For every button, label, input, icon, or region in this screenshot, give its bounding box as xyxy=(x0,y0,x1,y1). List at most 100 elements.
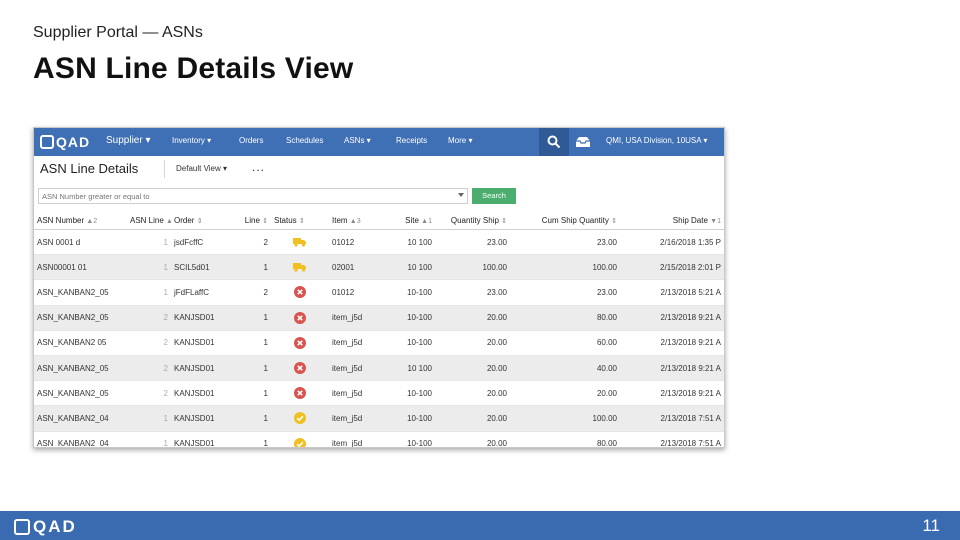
view-toolbar: ASN Line Details Default View ▾ ... xyxy=(34,156,724,182)
nav-search-button[interactable] xyxy=(539,128,569,156)
table-header-row: ASN Number ▲2 ASN Line ▲4 Order ⇕ Line ⇕… xyxy=(34,211,724,230)
col-cum-ship-quantity[interactable]: Cum Ship Quantity ⇕ xyxy=(510,211,620,230)
col-asn-number[interactable]: ASN Number ▲2 xyxy=(34,211,127,230)
nav-more[interactable]: More ▾ xyxy=(448,136,472,145)
truck-icon xyxy=(293,262,307,272)
cell-order: jFdFLaffC xyxy=(171,279,229,306)
table-row[interactable]: ASN_KANBAN2_05 2 KANJSD01 1 item_j5d 10-100 20… xyxy=(34,305,724,331)
cell-status xyxy=(271,431,329,447)
cell-cum-ship-quantity: 23.00 xyxy=(510,229,620,256)
filter-input[interactable] xyxy=(38,188,468,204)
entity-selector[interactable]: QMI, USA Division, 10USA ▾ xyxy=(606,136,707,145)
nav-inventory[interactable]: Inventory ▾ xyxy=(172,136,211,145)
cell-line: 1 xyxy=(229,405,271,432)
cell-status xyxy=(271,380,329,407)
col-line[interactable]: Line ⇕ xyxy=(229,211,271,230)
view-selector[interactable]: Default View ▾ xyxy=(176,164,227,173)
col-site[interactable]: Site ▲1 xyxy=(389,211,435,230)
col-order[interactable]: Order ⇕ xyxy=(171,211,229,230)
app-logo[interactable]: QAD xyxy=(40,133,90,151)
nav-orders[interactable]: Orders xyxy=(239,136,263,145)
chevron-down-icon[interactable] xyxy=(458,193,464,197)
asn-line-table: ASN Number ▲2 ASN Line ▲4 Order ⇕ Line ⇕… xyxy=(34,211,724,447)
sort-icon: ⇕ xyxy=(196,217,203,225)
cell-ship-date: 2/16/2018 1:35 P xyxy=(620,229,724,256)
nav-receipts[interactable]: Receipts xyxy=(396,136,427,145)
page-number: 11 xyxy=(922,516,940,535)
cell-order: jsdFcffC xyxy=(171,229,229,256)
cell-asn-number: ASN_KANBAN2_04 xyxy=(34,405,127,432)
cell-asn-line: 1 xyxy=(127,254,171,281)
col-status[interactable]: Status ⇕ xyxy=(271,211,329,230)
cell-line: 1 xyxy=(229,431,271,447)
table-row[interactable]: ASN_KANBAN2_05 1 jFdFLaffC 2 01012 10-100 23.0… xyxy=(34,279,724,306)
cell-ship-date: 2/13/2018 9:21 A xyxy=(620,355,724,382)
table-row[interactable]: ASN_KANBAN2_05 2 KANJSD01 1 item_j5d 10 100 20… xyxy=(34,355,724,382)
slide-footer: QAD 11 xyxy=(0,511,960,540)
more-actions-button[interactable]: ... xyxy=(252,160,265,174)
sort-asc-icon: ▲3 xyxy=(349,217,361,225)
cell-cum-ship-quantity: 100.00 xyxy=(510,405,620,432)
cell-line: 2 xyxy=(229,229,271,256)
cell-status xyxy=(271,305,329,331)
sort-desc-icon: ▼1 xyxy=(710,217,721,225)
nav-schedules[interactable]: Schedules xyxy=(286,136,323,145)
cell-ship-date: 2/13/2018 7:51 A xyxy=(620,431,724,447)
sort-asc-icon: ▲4 xyxy=(166,218,171,225)
cell-item: item_j5d xyxy=(329,431,389,447)
cell-ship-date: 2/13/2018 5:21 A xyxy=(620,279,724,306)
cell-order: KANJSD01 xyxy=(171,330,229,356)
cell-order: KANJSD01 xyxy=(171,355,229,382)
search-button[interactable]: Search xyxy=(472,188,516,204)
cell-quantity-ship: 20.00 xyxy=(435,405,510,432)
cell-site: 10 100 xyxy=(389,254,435,281)
cell-asn-number: ASN_KANBAN2_05 xyxy=(34,380,127,407)
nav-asns[interactable]: ASNs ▾ xyxy=(344,136,371,145)
cell-item: item_j5d xyxy=(329,305,389,331)
cell-status xyxy=(271,229,329,256)
sort-asc-icon: ▲1 xyxy=(421,217,432,225)
table-row[interactable]: ASN00001 01 1 SCIL5d01 1 02001 10 100 100.00 10… xyxy=(34,254,724,281)
col-quantity-ship[interactable]: Quantity Ship ⇕ xyxy=(435,211,510,230)
col-asn-line[interactable]: ASN Line ▲4 xyxy=(127,211,171,230)
cell-line: 1 xyxy=(229,254,271,281)
cell-item: 01012 xyxy=(329,229,389,256)
cell-order: KANJSD01 xyxy=(171,431,229,447)
cell-status xyxy=(271,330,329,356)
cell-asn-number: ASN_KANBAN2 05 xyxy=(34,330,127,356)
cell-cum-ship-quantity: 23.00 xyxy=(510,279,620,306)
cell-line: 1 xyxy=(229,380,271,407)
inbox-icon[interactable] xyxy=(575,136,591,148)
table-row[interactable]: ASN_KANBAN2 05 2 KANJSD01 1 item_j5d 10-100 20… xyxy=(34,330,724,356)
top-navbar: QAD Supplier ▾ Inventory ▾ Orders Schedu… xyxy=(34,128,724,156)
sort-asc-icon: ▲2 xyxy=(86,217,98,225)
col-item[interactable]: Item ▲3 xyxy=(329,211,389,230)
cell-asn-line: 1 xyxy=(127,279,171,306)
table-row[interactable]: ASN_KANBAN2_05 2 KANJSD01 1 item_j5d 10-100 20… xyxy=(34,380,724,407)
truck-icon xyxy=(293,237,307,247)
error-x-icon xyxy=(294,311,306,324)
cell-quantity-ship: 20.00 xyxy=(435,431,510,447)
table-row[interactable]: ASN_KANBAN2_04 1 KANJSD01 1 item_j5d 10-100 20… xyxy=(34,431,724,447)
table-row[interactable]: ASN_KANBAN2_04 1 KANJSD01 1 item_j5d 10-100 20… xyxy=(34,405,724,432)
error-x-icon xyxy=(294,362,306,375)
table-row[interactable]: ASN 0001 d 1 jsdFcffC 2 01012 10 100 23.00 23.0… xyxy=(34,229,724,256)
cell-cum-ship-quantity: 40.00 xyxy=(510,355,620,382)
cell-asn-number: ASN_KANBAN2_05 xyxy=(34,305,127,331)
cell-site: 10-100 xyxy=(389,305,435,331)
cell-asn-number: ASN_KANBAN2_04 xyxy=(34,431,127,447)
toolbar-divider xyxy=(164,160,165,178)
sort-icon: ⇕ xyxy=(262,217,268,225)
search-icon xyxy=(547,135,561,149)
cell-site: 10-100 xyxy=(389,405,435,432)
cell-cum-ship-quantity: 20.00 xyxy=(510,380,620,407)
cell-asn-line: 1 xyxy=(127,229,171,256)
cell-asn-number: ASN_KANBAN2_05 xyxy=(34,279,127,306)
cell-cum-ship-quantity: 100.00 xyxy=(510,254,620,281)
cell-item: item_j5d xyxy=(329,405,389,432)
nav-supplier[interactable]: Supplier ▾ xyxy=(106,135,151,146)
slide-title: ASN Line Details View xyxy=(33,52,354,85)
cell-asn-number: ASN00001 01 xyxy=(34,254,127,281)
cell-quantity-ship: 23.00 xyxy=(435,279,510,306)
col-ship-date[interactable]: Ship Date ▼1 xyxy=(620,211,724,230)
